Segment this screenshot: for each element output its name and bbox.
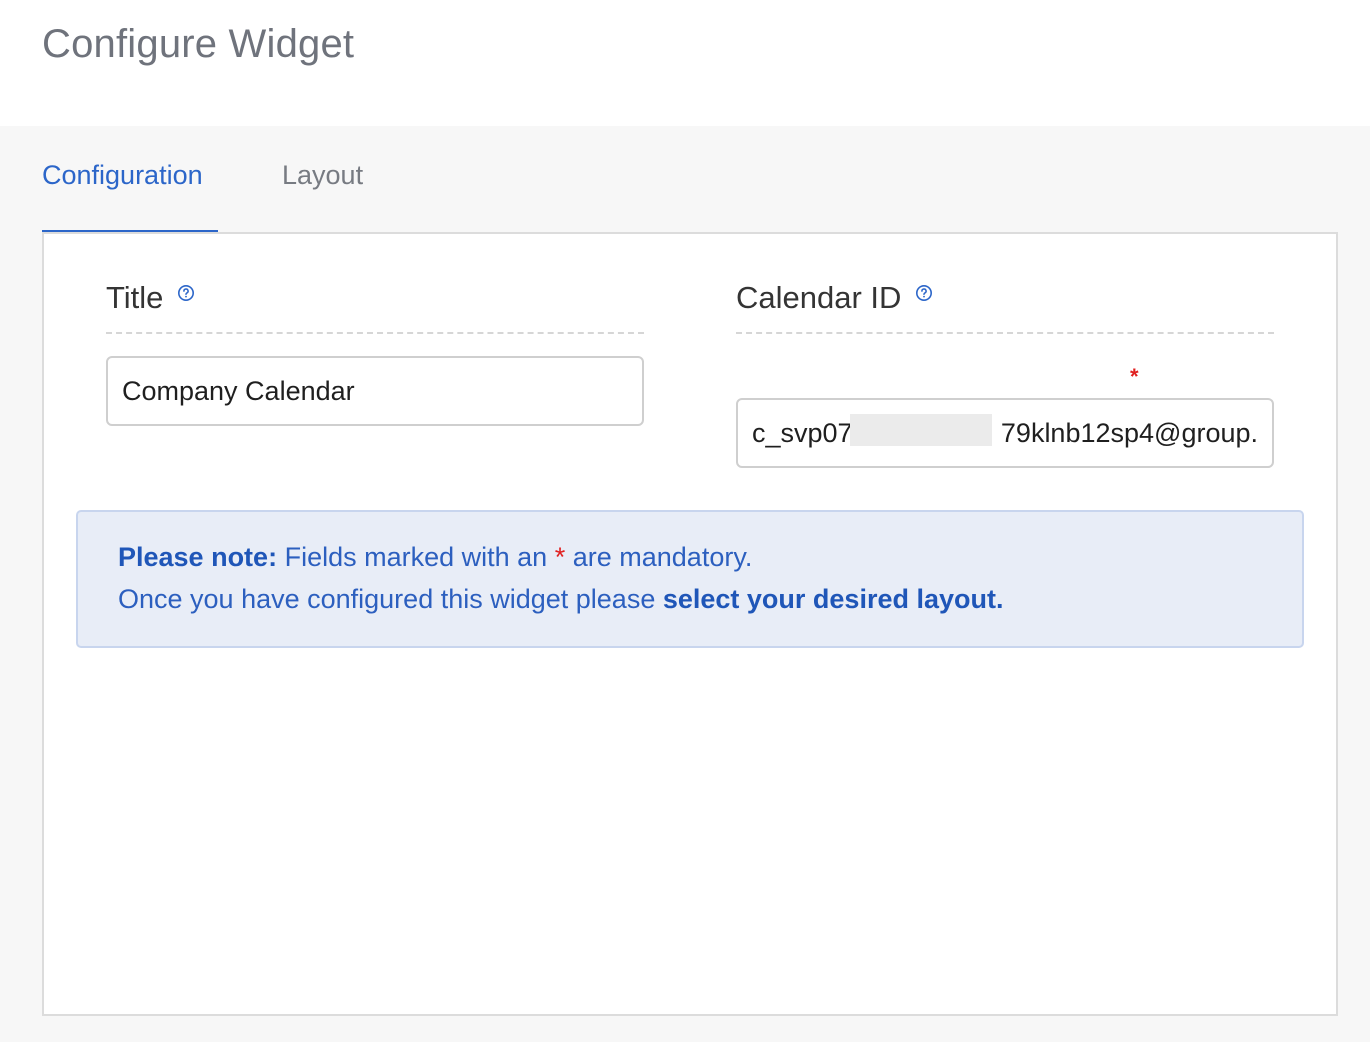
note-text-b: are mandatory. — [572, 542, 753, 572]
question-circle-icon[interactable] — [915, 284, 933, 302]
calendar-id-value-end: 79klnb12sp4@group. — [1000, 417, 1258, 448]
note-line-1: Please note: Fields marked with an * are… — [118, 542, 752, 573]
question-circle-icon[interactable] — [177, 284, 195, 302]
layout-hint[interactable]: select your desired layout. — [663, 584, 1004, 614]
page-title: Configure Widget — [42, 22, 355, 66]
title-divider — [106, 332, 644, 334]
info-note: Please note: Fields marked with an * are… — [76, 510, 1304, 648]
redaction-box — [850, 414, 992, 446]
note-text-a: Fields marked with an — [284, 542, 548, 572]
title-input[interactable]: Company Calendar — [106, 356, 644, 426]
tab-layout[interactable]: Layout — [282, 160, 363, 191]
title-input-value: Company Calendar — [122, 375, 355, 406]
required-star: * — [554, 542, 566, 572]
calendar-id-label-text: Calendar ID — [736, 280, 902, 315]
calendar-id-label: Calendar ID — [736, 280, 933, 316]
title-label-text: Title — [106, 280, 164, 315]
calendar-id-value-start: c_svp07 — [752, 417, 853, 448]
required-marker: * — [1130, 364, 1139, 389]
calendar-id-input[interactable]: c_svp07 79klnb12sp4@group. — [736, 398, 1274, 468]
title-label: Title — [106, 280, 195, 316]
note-heading: Please note: — [118, 542, 278, 572]
page-header: Configure Widget — [0, 0, 1370, 126]
note-text-c: Once you have configured this widget ple… — [118, 584, 656, 614]
calendar-id-divider — [736, 332, 1274, 334]
tab-configuration[interactable]: Configuration — [42, 160, 203, 191]
note-line-2: Once you have configured this widget ple… — [118, 584, 1003, 615]
